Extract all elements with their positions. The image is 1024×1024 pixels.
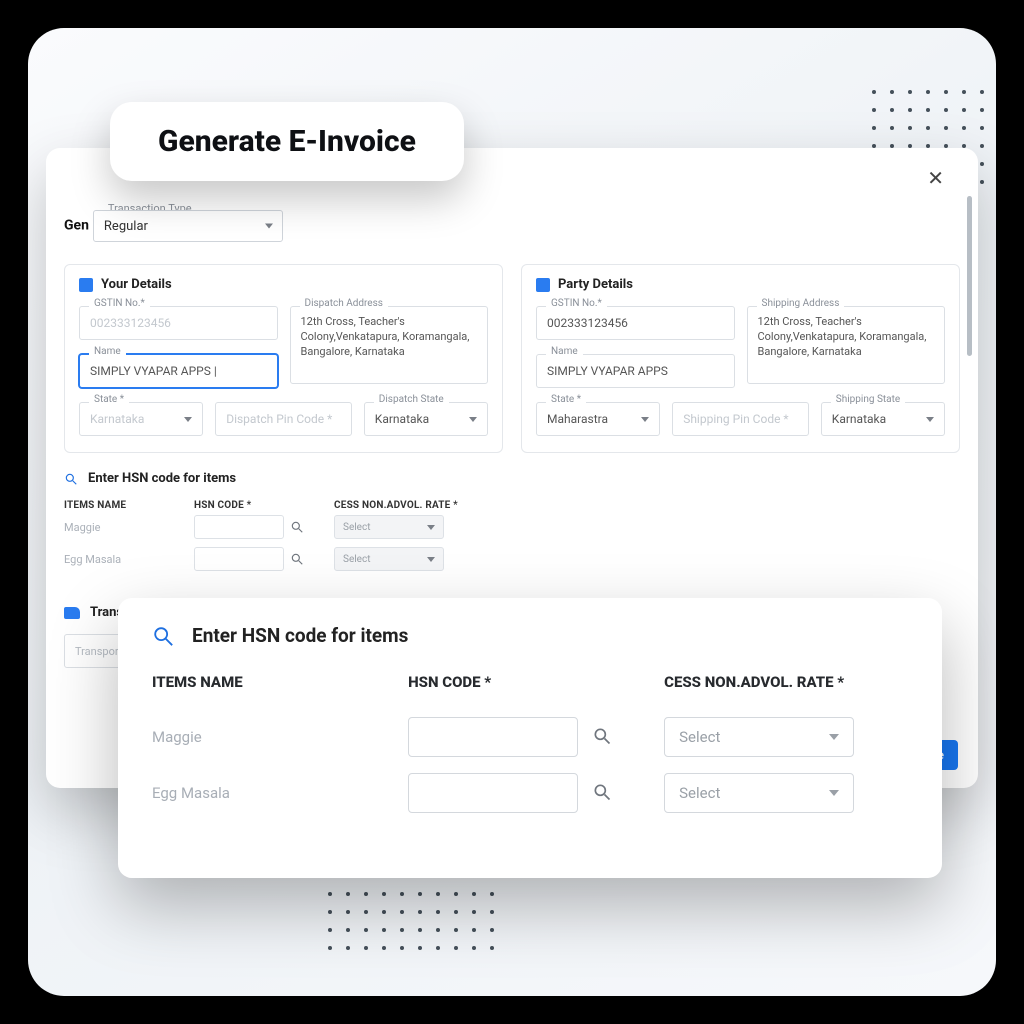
your-state-select[interactable]: Karnataka	[79, 402, 203, 436]
table-row: Maggie Select	[152, 709, 908, 765]
search-icon	[152, 625, 174, 647]
shipping-state-select[interactable]: Karnataka	[821, 402, 945, 436]
col-hsn-code: HSN CODE *	[194, 500, 334, 511]
your-details-section: Your Details GSTIN No.* 002333123456 Nam…	[64, 264, 503, 453]
search-icon[interactable]	[290, 520, 304, 534]
chevron-down-icon	[427, 557, 435, 562]
chevron-down-icon	[184, 417, 192, 422]
hsn-heading: Enter HSN code for items	[88, 471, 236, 486]
chevron-down-icon	[926, 417, 934, 422]
zoom-col-items-name: ITEMS NAME	[152, 673, 408, 691]
party-details-heading: Party Details	[558, 277, 633, 292]
col-cess-rate: CESS NON.ADVOL. RATE *	[334, 500, 474, 511]
dispatch-address-label: Dispatch Address	[300, 298, 388, 309]
close-icon[interactable]: ✕	[927, 166, 944, 190]
party-gstin-label: GSTIN No.*	[546, 298, 607, 309]
cess-rate-select[interactable]: Select	[334, 515, 444, 539]
your-gstin-input[interactable]: 002333123456	[79, 306, 278, 340]
promo-card: Generate E-Invoice Gen ✕ Transaction Typ…	[28, 28, 996, 996]
shipping-pin-input[interactable]: Shipping Pin Code *	[672, 402, 809, 436]
party-state-label: State *	[546, 394, 586, 405]
shipping-address-input[interactable]: 12th Cross, Teacher's Colony,Venkatapura…	[747, 306, 946, 384]
dispatch-address-input[interactable]: 12th Cross, Teacher's Colony,Venkatapura…	[290, 306, 489, 384]
your-name-label: Name	[89, 346, 126, 357]
col-items-name: ITEMS NAME	[64, 500, 194, 511]
zoom-heading: Enter HSN code for items	[192, 624, 408, 647]
hsn-code-input[interactable]	[194, 515, 284, 539]
details-icon	[79, 278, 93, 292]
details-icon	[536, 278, 550, 292]
search-icon	[64, 472, 78, 486]
chevron-down-icon	[265, 224, 273, 229]
your-gstin-label: GSTIN No.*	[89, 298, 150, 309]
dispatch-state-label: Dispatch State	[374, 394, 449, 405]
party-name-input[interactable]: SIMPLY VYAPAR APPS	[536, 354, 735, 388]
cess-rate-select[interactable]: Select	[664, 773, 854, 813]
party-state-select[interactable]: Maharastra	[536, 402, 660, 436]
transaction-type-select[interactable]: Regular	[93, 210, 283, 242]
dispatch-pin-input[interactable]: Dispatch Pin Code *	[215, 402, 352, 436]
dispatch-state-select[interactable]: Karnataka	[364, 402, 488, 436]
search-icon[interactable]	[592, 726, 614, 748]
title-chip: Generate E-Invoice	[110, 102, 464, 181]
shipping-state-label: Shipping State	[831, 394, 905, 405]
your-details-heading: Your Details	[101, 277, 172, 292]
chevron-down-icon	[829, 790, 839, 796]
cess-rate-select[interactable]: Select	[664, 717, 854, 757]
chevron-down-icon	[469, 417, 477, 422]
item-name: Maggie	[152, 728, 408, 746]
table-row: Egg Masala Select	[152, 765, 908, 821]
chevron-down-icon	[641, 417, 649, 422]
zoom-col-cess-rate: CESS NON.ADVOL. RATE *	[664, 673, 908, 691]
hsn-code-input[interactable]	[408, 773, 578, 813]
chevron-down-icon	[427, 525, 435, 530]
chevron-down-icon	[829, 734, 839, 740]
hsn-code-input[interactable]	[408, 717, 578, 757]
hsn-code-input[interactable]	[194, 547, 284, 571]
item-name: Maggie	[64, 521, 194, 534]
decorative-dots-bottom	[328, 892, 494, 950]
table-row: Maggie Select	[64, 511, 960, 543]
item-name: Egg Masala	[64, 553, 194, 566]
your-name-input[interactable]: SIMPLY VYAPAR APPS |	[79, 354, 278, 388]
party-details-section: Party Details GSTIN No.* 002333123456 Na…	[521, 264, 960, 453]
modal-title: Gen	[64, 218, 89, 234]
item-name: Egg Masala	[152, 784, 408, 802]
table-row: Egg Masala Select	[64, 543, 960, 575]
search-icon[interactable]	[592, 782, 614, 804]
cess-rate-select[interactable]: Select	[334, 547, 444, 571]
your-state-label: State *	[89, 394, 129, 405]
truck-icon	[64, 607, 80, 619]
party-gstin-input[interactable]: 002333123456	[536, 306, 735, 340]
zoom-col-hsn-code: HSN CODE *	[408, 673, 664, 691]
search-icon[interactable]	[290, 552, 304, 566]
transaction-type-value: Regular	[104, 219, 148, 234]
party-name-label: Name	[546, 346, 583, 357]
shipping-address-label: Shipping Address	[757, 298, 845, 309]
hsn-zoom-card: Enter HSN code for items ITEMS NAME HSN …	[118, 598, 942, 878]
